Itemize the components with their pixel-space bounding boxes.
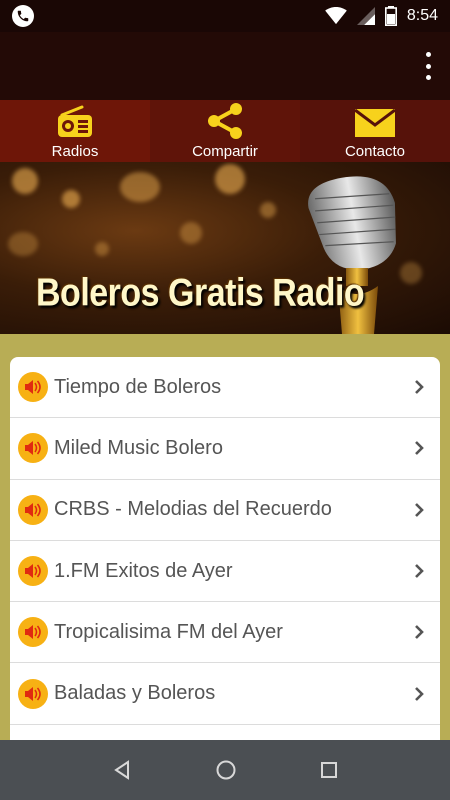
- status-time: 8:54: [406, 7, 438, 24]
- mail-icon: [354, 108, 396, 137]
- status-bar: 8:54: [0, 0, 450, 32]
- station-name: Miled Music Bolero: [54, 436, 223, 459]
- list-item[interactable]: CRBS - Melodias del Recuerdo: [10, 480, 440, 541]
- station-name: 1.FM Exitos de Ayer: [54, 559, 233, 582]
- chevron-right-icon: [415, 380, 424, 395]
- chevron-right-icon: [415, 564, 424, 578]
- signal-icon: [356, 7, 375, 25]
- station-name: Tiempo de Boleros: [54, 375, 222, 398]
- home-icon[interactable]: [215, 759, 237, 781]
- banner-title: Boleros Gratis Radio: [36, 271, 365, 315]
- tab-contacto-label: Contacto: [344, 143, 406, 160]
- station-name: CRBS - Melodias del Recuerdo: [54, 498, 332, 521]
- phone-notification-icon: [12, 5, 34, 27]
- station-list: Tiempo de Boleros Miled Music Bolero CRB…: [10, 357, 440, 740]
- chevron-right-icon: [415, 441, 424, 456]
- tab-bar: Radios Compartir Contacto: [0, 100, 450, 162]
- speaker-icon: [18, 372, 48, 403]
- header-banner: Boleros Gratis Radio: [0, 162, 450, 334]
- speaker-icon: [18, 494, 48, 525]
- tab-radios-label: Radios: [51, 143, 99, 160]
- tab-contacto[interactable]: Contacto: [300, 100, 450, 162]
- chevron-right-icon: [415, 625, 424, 640]
- wifi-icon: [325, 7, 347, 25]
- list-item[interactable]: Baladas y Boleros: [10, 663, 440, 725]
- speaker-icon: [18, 556, 48, 587]
- tab-compartir-label: Compartir: [192, 143, 258, 160]
- share-icon: [208, 103, 242, 139]
- more-vert-icon[interactable]: [420, 52, 436, 80]
- recents-icon[interactable]: [320, 761, 338, 779]
- speaker-icon: [18, 617, 48, 648]
- list-item[interactable]: 1.FM Exitos de Ayer: [10, 541, 440, 603]
- station-name: Tropicalisima FM del Ayer: [54, 620, 283, 643]
- tab-compartir[interactable]: Compartir: [150, 100, 300, 162]
- chevron-right-icon: [415, 686, 424, 701]
- station-name: Baladas y Boleros: [54, 682, 216, 705]
- battery-icon: [384, 6, 397, 26]
- back-icon[interactable]: [112, 760, 132, 780]
- list-item[interactable]: Miled Music Bolero: [10, 418, 440, 480]
- chevron-right-icon: [415, 502, 424, 517]
- radio-icon: [58, 105, 92, 137]
- tab-radios[interactable]: Radios: [0, 100, 150, 162]
- app-bar: [0, 32, 450, 100]
- list-item[interactable]: Tiempo de Boleros: [10, 357, 440, 419]
- system-nav-bar: [0, 740, 450, 800]
- speaker-icon: [18, 678, 48, 709]
- speaker-icon: [18, 433, 48, 464]
- list-item[interactable]: Tropicalisima FM del Ayer: [10, 602, 440, 664]
